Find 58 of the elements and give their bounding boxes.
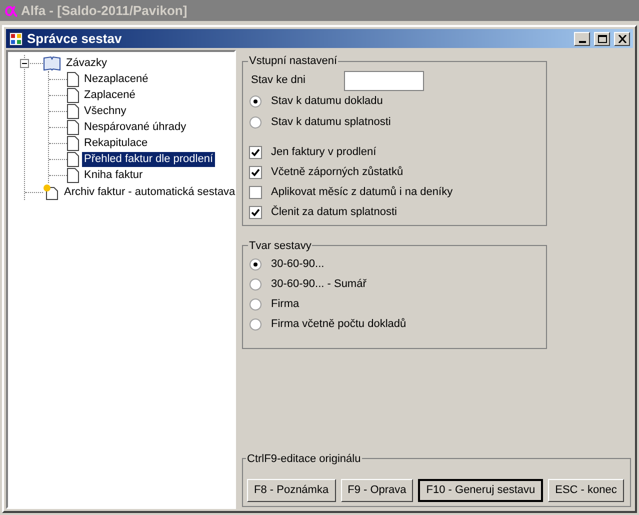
document-icon xyxy=(67,152,79,166)
tree-item[interactable]: Kniha faktur xyxy=(82,168,145,182)
tree-item[interactable]: Nespárované úhrady xyxy=(82,120,188,134)
group-title: CtrlF9-editace originálu xyxy=(246,452,362,466)
document-icon xyxy=(67,120,79,134)
app-title: Alfa - [Saldo-2011/Pavikon] xyxy=(21,2,188,20)
radio-label: Stav k datumu dokladu xyxy=(271,94,383,110)
maximize-button[interactable] xyxy=(594,32,610,46)
radio-label: Stav k datumu splatnosti xyxy=(271,115,391,130)
checkbox[interactable] xyxy=(249,206,262,219)
tree-item[interactable]: Rekapitulace xyxy=(82,136,150,150)
radio-button[interactable] xyxy=(249,318,262,330)
document-star-icon xyxy=(43,184,59,200)
collapse-toggle[interactable] xyxy=(20,58,29,68)
checkbox-label: Členit za datum splatnosti xyxy=(271,204,397,220)
document-icon xyxy=(67,136,79,150)
tree-item[interactable]: Všechny xyxy=(82,104,128,118)
radio-label: 30-60-90... xyxy=(271,256,324,272)
alpha-logo-icon xyxy=(4,4,18,18)
document-icon xyxy=(67,168,79,182)
close-button[interactable] xyxy=(614,32,630,46)
tree-item[interactable]: Zaplacené xyxy=(82,88,138,102)
checkbox[interactable] xyxy=(249,166,262,179)
action-button[interactable]: F10 - Generuj sestavu xyxy=(418,479,544,502)
tree-item[interactable]: Archiv faktur - automatická sestava xyxy=(62,184,238,200)
tree-item[interactable]: Nezaplacené xyxy=(82,72,150,86)
minimize-button[interactable] xyxy=(574,32,590,46)
checkbox-label: Aplikovat měsíc z datumů i na deníky xyxy=(271,185,453,200)
document-icon xyxy=(67,104,79,118)
action-button[interactable]: ESC - konec xyxy=(548,479,624,502)
radio-label: Firma včetně počtu dokladů xyxy=(271,316,406,332)
action-button[interactable]: F9 - Oprava xyxy=(340,479,414,502)
book-icon xyxy=(43,56,61,70)
checkbox-label: Včetně záporných zůstatků xyxy=(271,165,404,180)
minimize-icon xyxy=(578,40,586,42)
document-icon xyxy=(67,72,79,86)
action-button[interactable]: F8 - Poznámka xyxy=(247,479,336,502)
tree-item[interactable]: Závazky xyxy=(64,56,109,70)
checkbox[interactable] xyxy=(249,146,262,159)
radio-label: 30-60-90... - Sumář xyxy=(271,276,366,292)
radio-button[interactable] xyxy=(249,298,262,310)
date-field[interactable] xyxy=(344,70,424,90)
close-icon xyxy=(618,34,626,42)
window-title: Správce sestav xyxy=(27,30,123,48)
maximize-icon xyxy=(598,34,606,42)
field-label: Stav ke dni xyxy=(250,73,306,88)
radio-button[interactable] xyxy=(249,258,262,270)
document-icon xyxy=(67,88,79,102)
window-app-icon xyxy=(9,32,23,46)
radio-label: Firma xyxy=(271,296,300,312)
radio-button[interactable] xyxy=(249,278,262,290)
radio-button[interactable] xyxy=(249,116,262,129)
checkbox[interactable] xyxy=(249,186,262,199)
group-title: Tvar sestavy xyxy=(248,238,312,254)
radio-button[interactable] xyxy=(249,95,262,108)
checkbox-label: Jen faktury v prodlení xyxy=(271,145,376,160)
group-title: Vstupní nastavení xyxy=(248,54,338,69)
tree-item[interactable]: Přehled faktur dle prodlení xyxy=(82,152,216,166)
